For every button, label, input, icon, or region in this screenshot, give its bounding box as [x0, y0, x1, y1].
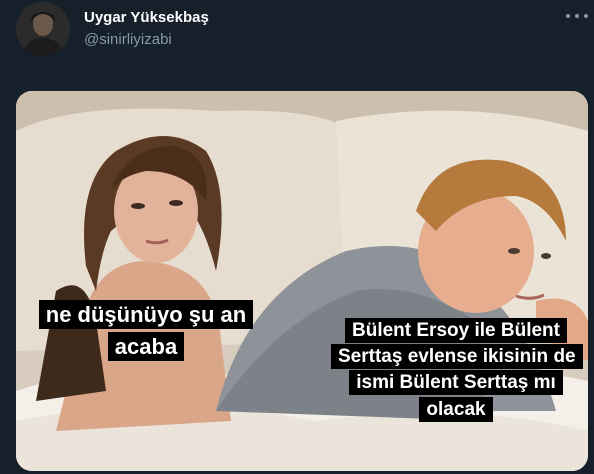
meme-caption-right: Bülent Ersoy ile Bülent Serttaş evlense …: [331, 318, 583, 423]
avatar-image: [16, 2, 70, 56]
meme-caption-right-text: Bülent Ersoy ile Bülent Serttaş evlense …: [331, 318, 583, 422]
meme-caption-left: ne düşünüyo şu an acaba: [26, 299, 266, 363]
tweet-header: Uygar Yüksekbaş @sinirliyizabi: [0, 0, 594, 90]
tweet-media-image[interactable]: ne düşünüyo şu an acaba Bülent Ersoy ile…: [16, 91, 588, 471]
display-name[interactable]: Uygar Yüksekbaş: [84, 9, 209, 26]
more-options-icon[interactable]: [566, 8, 588, 24]
user-handle[interactable]: @sinirliyizabi: [84, 31, 172, 48]
user-avatar[interactable]: [16, 2, 70, 56]
meme-caption-left-text: ne düşünüyo şu an acaba: [38, 300, 254, 361]
